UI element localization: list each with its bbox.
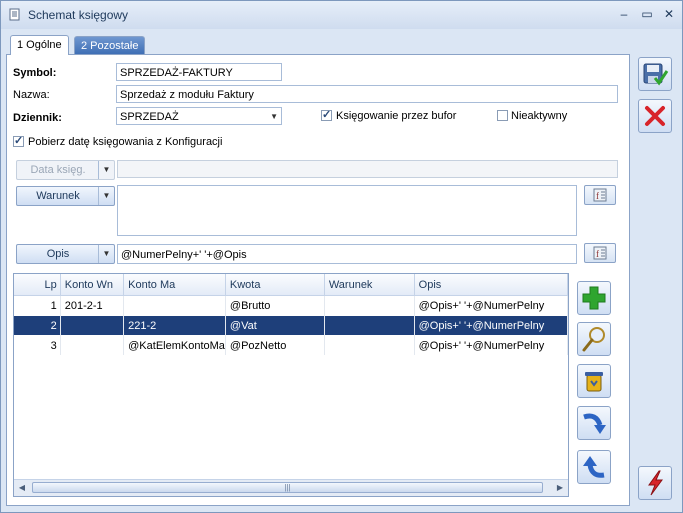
cell-warunek [324, 335, 415, 355]
dziennik-value: SPRZEDAŻ [120, 111, 179, 123]
data-ksieg-input[interactable] [117, 160, 618, 178]
warunek-button[interactable]: Warunek ▼ [16, 186, 115, 206]
expression-builder-icon: f [593, 188, 607, 202]
run-button[interactable] [638, 466, 672, 500]
cell-lp: 3 [14, 335, 61, 355]
move-down-icon [583, 413, 606, 434]
dziennik-label: Dziennik: [13, 112, 62, 124]
cell-konto-ma: 221-2 [123, 315, 226, 336]
cell-konto-wn: 201-2-1 [60, 295, 125, 316]
cell-lp: 1 [14, 295, 61, 316]
tab-ogolne[interactable]: 1 Ogólne [10, 35, 69, 55]
nieaktywny-checkbox[interactable] [497, 110, 508, 121]
tab-ogolne-label: 1 Ogólne [17, 39, 62, 51]
svg-text:f: f [596, 191, 599, 201]
cell-warunek [324, 295, 415, 316]
dziennik-select[interactable]: SPRZEDAŻ ▼ [116, 107, 282, 125]
close-button[interactable]: ✕ [660, 6, 678, 22]
magnifier-icon [582, 327, 605, 352]
move-down-button[interactable] [577, 406, 611, 440]
bufor-label: Księgowanie przez bufor [336, 110, 457, 122]
chevron-down-icon[interactable]: ▼ [98, 245, 114, 263]
column-header-warunek[interactable]: Warunek [324, 274, 415, 296]
cell-konto-ma [123, 295, 226, 316]
save-icon [643, 63, 669, 86]
lightning-icon [648, 470, 663, 496]
opis-label: Opis [46, 248, 70, 260]
chevron-down-icon[interactable]: ▼ [98, 187, 114, 205]
dialog-window: Schemat księgowy ‒ ▭ ✕ 1 Ogólne 2 Pozost… [0, 0, 683, 513]
data-ksieg-button[interactable]: Data księg. ▼ [16, 160, 115, 180]
tab-pozostale-label: 2 Pozostałe [81, 40, 139, 52]
minimize-button[interactable]: ‒ [615, 6, 633, 22]
data-ksieg-label: Data księg. [30, 164, 86, 176]
document-icon [9, 8, 20, 21]
cancel-icon [645, 106, 665, 126]
nieaktywny-label: Nieaktywny [511, 110, 568, 122]
chevron-down-icon[interactable]: ▼ [98, 161, 114, 179]
bufor-checkbox[interactable] [321, 108, 332, 121]
cancel-button[interactable] [638, 99, 672, 133]
trash-icon [585, 372, 603, 392]
opis-builder-button[interactable]: f [584, 243, 616, 263]
pobierz-date-label: Pobierz datę księgowania z Konfiguracji [28, 136, 223, 148]
title-bar[interactable]: Schemat księgowy ‒ ▭ ✕ [1, 1, 682, 29]
warunek-builder-button[interactable]: f [584, 185, 616, 205]
opis-button[interactable]: Opis ▼ [16, 244, 115, 264]
move-up-button[interactable] [577, 450, 611, 484]
svg-text:f: f [596, 249, 599, 259]
cell-lp: 2 [14, 315, 61, 336]
scroll-right-icon[interactable]: ▶ [552, 480, 568, 496]
scroll-thumb[interactable]: ||| [32, 482, 543, 493]
column-header-konto-wn[interactable]: Konto Wn [60, 274, 125, 296]
column-header-lp[interactable]: Lp [14, 274, 61, 296]
cell-opis: @Opis+' '+@NumerPelny [414, 295, 568, 316]
add-button[interactable] [577, 281, 611, 315]
table-row[interactable]: 3 @KatElemKontoMa @PozNetto @Opis+' '+@N… [14, 335, 568, 355]
entries-grid[interactable]: Lp Konto Wn Konto Ma Kwota Warunek Opis … [13, 273, 569, 497]
cell-kwota: @PozNetto [225, 335, 325, 355]
save-button[interactable] [638, 57, 672, 91]
cell-opis: @Opis+' '+@NumerPelny [414, 315, 568, 336]
cell-kwota: @Vat [225, 315, 325, 336]
cell-konto-wn [60, 335, 125, 355]
column-header-opis[interactable]: Opis [414, 274, 568, 296]
window-title: Schemat księgowy [28, 8, 129, 22]
symbol-input[interactable]: SPRZEDAŻ-FAKTURY [116, 63, 282, 81]
nazwa-input[interactable]: Sprzedaż z modułu Faktury [116, 85, 618, 103]
cell-konto-ma: @KatElemKontoMa [123, 335, 226, 355]
add-icon [582, 286, 606, 310]
cell-opis: @Opis+' '+@NumerPelny [414, 335, 568, 355]
move-up-icon [583, 456, 605, 478]
opis-input[interactable]: @NumerPelny+' '+@Opis [117, 244, 577, 264]
tab-pozostale[interactable]: 2 Pozostałe [74, 36, 146, 54]
symbol-label: Symbol: [13, 67, 57, 79]
cell-konto-wn [60, 315, 125, 336]
cell-kwota: @Brutto [225, 295, 325, 316]
table-row[interactable]: 1 201-2-1 @Brutto @Opis+' '+@NumerPelny [14, 295, 568, 316]
grid-header-row: Lp Konto Wn Konto Ma Kwota Warunek Opis [14, 274, 568, 296]
delete-button[interactable] [577, 364, 611, 398]
warunek-label: Warunek [36, 190, 80, 202]
column-header-konto-ma[interactable]: Konto Ma [123, 274, 226, 296]
pobierz-date-checkbox[interactable] [13, 134, 24, 147]
chevron-down-icon: ▼ [270, 112, 278, 121]
scroll-left-icon[interactable]: ◀ [14, 480, 30, 496]
expression-builder-icon: f [593, 246, 607, 260]
warunek-textarea[interactable] [117, 185, 577, 236]
table-row-selected[interactable]: 2 221-2 @Vat @Opis+' '+@NumerPelny [14, 315, 568, 336]
maximize-button[interactable]: ▭ [638, 6, 656, 22]
column-header-kwota[interactable]: Kwota [225, 274, 325, 296]
horizontal-scrollbar[interactable]: ◀ ||| ▶ [14, 479, 568, 496]
cell-warunek [324, 315, 415, 336]
nazwa-label: Nazwa: [13, 89, 50, 101]
edit-button[interactable] [577, 322, 611, 356]
